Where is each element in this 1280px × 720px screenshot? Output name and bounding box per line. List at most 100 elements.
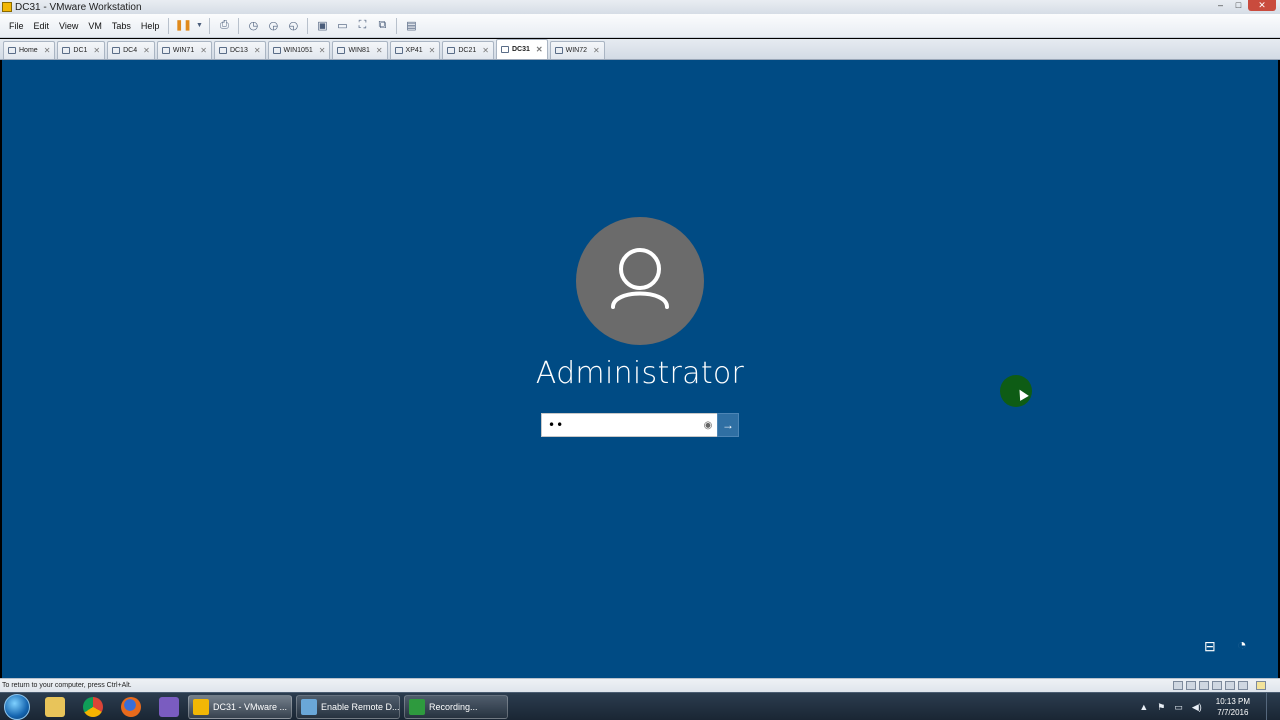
submit-button[interactable]: → (717, 413, 739, 437)
tab-close-icon[interactable]: ✕ (93, 46, 100, 55)
status-bar: To return to your computer, press Ctrl+A… (0, 678, 1280, 692)
tab-close-icon[interactable]: ✕ (536, 45, 543, 54)
revert-snapshot-icon[interactable]: ◶ (265, 18, 281, 34)
task-recording[interactable]: Recording... (404, 694, 508, 719)
vm-console-screen[interactable]: Administrator •• ◉ → ⊟ ◔ (2, 60, 1278, 678)
tab-close-icon[interactable]: ✕ (593, 46, 600, 55)
tab-dc13[interactable]: DC13 ✕ (213, 41, 266, 59)
login-username: Administrator (535, 356, 745, 391)
tab-dc1[interactable]: DC1 ✕ (57, 41, 106, 59)
pause-icon[interactable]: ❚❚ (175, 18, 192, 34)
pinned-explorer[interactable] (36, 694, 74, 720)
user-icon (611, 248, 669, 309)
usb-icon[interactable] (1212, 681, 1222, 690)
task-enable-remote[interactable]: Enable Remote D... (296, 694, 400, 719)
network-adapter-icon[interactable] (1199, 681, 1209, 690)
tab-close-icon[interactable]: ✕ (429, 46, 436, 55)
tab-win71[interactable]: WIN71 ✕ (156, 41, 212, 59)
vm-icon (161, 47, 170, 54)
sound-icon[interactable] (1225, 681, 1235, 690)
network-icon[interactable]: ▭ (1174, 702, 1183, 713)
tab-label: WIN1051 (283, 47, 313, 54)
tab-label: Home (19, 47, 38, 54)
vm-icon (500, 46, 509, 53)
network-warning-icon[interactable]: ⊟ (1204, 638, 1224, 656)
menu-tabs[interactable]: Tabs (107, 21, 136, 31)
toolbar-separator (238, 17, 240, 34)
tab-close-icon[interactable]: ✕ (44, 46, 51, 55)
tab-win1051[interactable]: WIN1051 ✕ (267, 41, 331, 59)
tab-dc31[interactable]: DC31 ✕ (495, 39, 548, 59)
menu-help[interactable]: Help (136, 21, 165, 31)
task-label: Recording... (429, 701, 478, 712)
dropdown-arrow-icon[interactable]: ▼ (195, 18, 203, 34)
vm-icon (218, 47, 227, 54)
volume-icon[interactable]: ◀) (1192, 702, 1202, 713)
pinned-firefox[interactable] (112, 694, 150, 720)
tab-home[interactable]: Home ✕ (3, 41, 56, 59)
toolbar-separator (209, 17, 211, 34)
tab-close-icon[interactable]: ✕ (376, 46, 383, 55)
hdd-icon[interactable] (1173, 681, 1183, 690)
tab-close-icon[interactable]: ✕ (482, 46, 489, 55)
password-field[interactable]: •• ◉ → (541, 413, 739, 437)
home-icon (8, 47, 16, 54)
show-desktop-button[interactable] (1266, 693, 1280, 720)
firefox-icon (121, 696, 141, 717)
menu-file[interactable]: File (4, 21, 29, 31)
display-icon[interactable] (1238, 681, 1248, 690)
console-view-icon[interactable]: ▤ (403, 18, 419, 34)
send-ctrl-alt-del-icon[interactable]: ⎙ (216, 18, 232, 34)
tab-label: DC31 (511, 46, 530, 53)
full-screen-icon[interactable]: ⛶ (354, 18, 370, 34)
vm-icon (337, 47, 346, 54)
show-library-icon[interactable]: ▣ (314, 18, 330, 34)
message-icon[interactable] (1256, 681, 1266, 690)
show-hidden-icons-icon[interactable]: ▲ (1139, 702, 1148, 712)
ease-of-access-icon[interactable]: ◔ (1237, 637, 1257, 657)
vm-icon (272, 47, 281, 54)
tab-close-icon[interactable]: ✕ (200, 46, 207, 55)
minimize-button[interactable]: – (1212, 0, 1229, 11)
menu-edit[interactable]: Edit (29, 21, 55, 31)
tab-label: WIN72 (565, 47, 587, 54)
snapshot-icon[interactable]: ◷ (245, 18, 261, 34)
menu-vm[interactable]: VM (83, 21, 107, 31)
menu-view[interactable]: View (54, 21, 83, 31)
arrow-right-icon: → (722, 418, 734, 432)
window-titlebar[interactable]: DC31 - VMware Workstation – □ ✕ (0, 0, 1280, 14)
tab-close-icon[interactable]: ✕ (319, 46, 326, 55)
action-center-icon[interactable]: ⚑ (1157, 702, 1165, 713)
vmware-app-icon (2, 2, 12, 12)
tab-label: DC21 (458, 47, 477, 54)
tab-dc21[interactable]: DC21 ✕ (442, 41, 494, 59)
tab-win72[interactable]: WIN72 ✕ (549, 41, 605, 59)
clock-date: 7/7/2016 (1217, 708, 1249, 717)
start-button[interactable] (4, 693, 30, 720)
visual-studio-icon (159, 696, 179, 717)
tab-win81[interactable]: WIN81 ✕ (332, 41, 388, 59)
tab-dc4[interactable]: DC4 ✕ (107, 41, 155, 59)
menu-toolbar: File Edit View VM Tabs Help ❚❚ ▼ ⎙ ◷ ◶ ◵… (0, 14, 1280, 38)
maximize-button[interactable]: □ (1230, 0, 1247, 11)
thumbnail-bar-icon[interactable]: ▭ (334, 18, 350, 34)
user-avatar (576, 217, 704, 345)
snapshot-manager-icon[interactable]: ◵ (285, 18, 301, 34)
unity-icon[interactable]: ⧉ (374, 18, 390, 34)
task-vmware[interactable]: DC31 - VMware ... (188, 694, 292, 719)
taskbar-clock[interactable]: 10:13 PM 7/7/2016 (1216, 696, 1250, 718)
tab-xp41[interactable]: XP41 ✕ (389, 41, 441, 59)
tab-label: DC4 (123, 47, 138, 54)
vm-icon (394, 47, 403, 54)
password-value: •• (548, 418, 565, 432)
tab-close-icon[interactable]: ✕ (143, 46, 150, 55)
pinned-chrome[interactable] (74, 694, 112, 720)
eye-icon[interactable]: ◉ (699, 420, 717, 431)
recorder-icon (409, 698, 425, 715)
tab-close-icon[interactable]: ✕ (254, 46, 261, 55)
vm-tab-bar: Home ✕ DC1 ✕ DC4 ✕ WIN71 ✕ DC13 ✕ WIN1051 ✕ WI… (0, 39, 1280, 60)
vm-icon (112, 47, 121, 54)
cd-icon[interactable] (1186, 681, 1196, 690)
pinned-visual-studio[interactable] (150, 694, 188, 720)
close-button[interactable]: ✕ (1248, 0, 1276, 11)
